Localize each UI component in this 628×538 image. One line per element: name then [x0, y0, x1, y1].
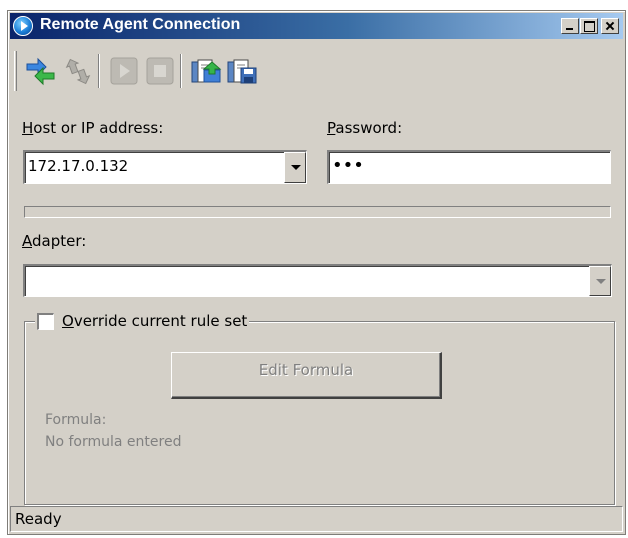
connection-progress-bar [24, 206, 611, 218]
adapter-label-text: dapter: [32, 232, 87, 250]
disconnect-button[interactable] [60, 55, 94, 87]
adapter-label-mnemonic: A [22, 232, 32, 250]
formula-label: Formula: [45, 412, 107, 428]
connect-button[interactable] [22, 55, 56, 87]
formula-value: No formula entered [45, 434, 182, 450]
remote-agent-window: Remote Agent Connection Host or IP addre… [7, 10, 626, 535]
title-bar[interactable]: Remote Agent Connection [10, 13, 623, 39]
maximize-button[interactable] [580, 18, 598, 34]
password-input[interactable]: ••• [332, 155, 364, 176]
password-label: Password: [327, 119, 402, 137]
host-label-mnemonic: H [22, 119, 34, 137]
stop-button[interactable] [142, 55, 176, 87]
password-field[interactable]: ••• [327, 150, 611, 184]
window-title: Remote Agent Connection [40, 16, 241, 33]
app-icon [13, 16, 33, 36]
connect-arrows-icon [26, 57, 55, 86]
play-icon [110, 57, 138, 85]
stop-icon [146, 57, 174, 85]
host-label: Host or IP address: [22, 119, 163, 137]
toolbar [14, 51, 374, 91]
disconnect-arrows-icon [65, 58, 91, 85]
toolbar-separator [98, 54, 100, 88]
status-text: Ready [15, 510, 62, 528]
edit-formula-button[interactable]: Edit Formula [171, 352, 442, 399]
adapter-label: Adapter: [22, 232, 86, 250]
override-rule-set-toggle[interactable]: Override current rule set [35, 310, 250, 332]
status-bar: Ready [10, 506, 623, 532]
adapter-dropdown-button[interactable] [589, 266, 611, 296]
override-label-mnemonic: O [62, 312, 74, 330]
minimize-button[interactable] [561, 18, 579, 34]
password-label-text: assword: [335, 119, 403, 137]
folder-save-icon [227, 59, 257, 84]
toolbar-separator [180, 54, 182, 88]
override-checkbox[interactable] [37, 312, 54, 330]
override-label[interactable]: Override current rule set [62, 312, 247, 330]
host-label-text: ost or IP address: [33, 119, 164, 137]
override-label-text: verride current rule set [73, 312, 248, 330]
host-combobox[interactable]: 172.17.0.132 [23, 150, 307, 184]
rule-set-group: Override current rule set Edit Formula F… [24, 310, 615, 505]
start-button[interactable] [106, 55, 140, 87]
host-input[interactable]: 172.17.0.132 [28, 157, 128, 175]
close-button[interactable] [601, 18, 619, 34]
save-button[interactable] [224, 55, 258, 87]
toolbar-grip[interactable] [14, 51, 17, 91]
export-button[interactable] [188, 55, 222, 87]
host-dropdown-button[interactable] [284, 152, 306, 183]
folder-export-icon [191, 59, 222, 83]
adapter-combobox[interactable] [23, 264, 612, 297]
